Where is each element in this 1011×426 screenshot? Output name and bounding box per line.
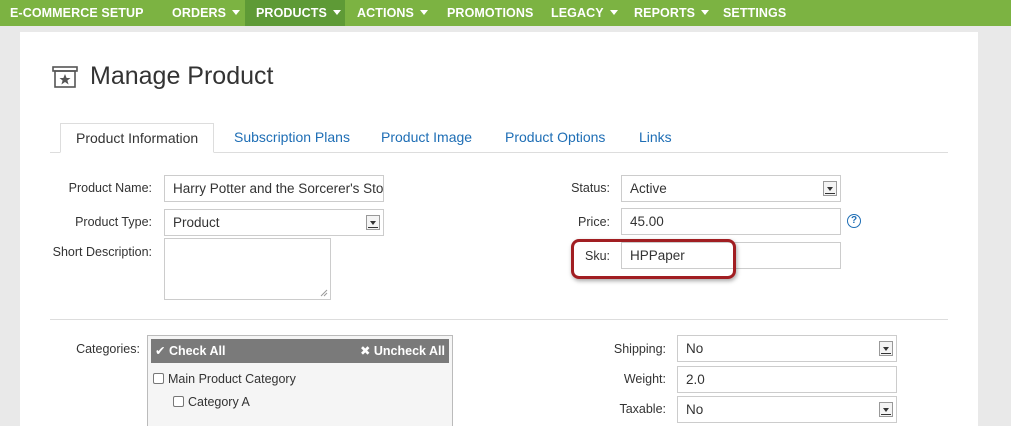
short-description-textarea[interactable] [164,238,331,300]
page-title: Manage Product [90,62,274,90]
nav-promotions[interactable]: PROMOTIONS [436,0,544,26]
nav-label: PROMOTIONS [447,6,534,20]
taxable-value: No [686,402,704,417]
section-divider [50,319,948,320]
short-description-label: Short Description: [52,245,152,259]
checkbox[interactable] [173,396,184,407]
nav-products[interactable]: PRODUCTS [245,0,345,26]
category-label: Category A [188,395,250,409]
caret-down-icon [232,10,241,16]
nav-legacy[interactable]: LEGACY [540,0,629,26]
status-select[interactable]: Active [621,175,841,202]
caret-down-icon [701,10,710,16]
nav-label: PRODUCTS [256,6,327,20]
caret-down-icon [609,10,618,16]
nav-label: REPORTS [634,6,696,20]
product-name-label: Product Name: [68,181,152,195]
dropdown-arrow-icon [879,402,893,417]
resize-grip-icon[interactable] [320,289,328,297]
nav-actions[interactable]: ACTIONS [346,0,439,26]
caret-down-icon [332,10,341,16]
help-icon[interactable]: ? [847,214,861,228]
tab-product-information[interactable]: Product Information [60,123,215,153]
tab-links[interactable]: Links [639,123,672,153]
content-panel: Manage Product Product Information Subsc… [20,32,978,426]
dropdown-arrow-icon [366,215,380,230]
taxable-select[interactable]: No [677,396,897,423]
shipping-value: No [686,341,704,356]
nav-label: LEGACY [551,6,604,20]
nav-orders[interactable]: ORDERS [161,0,251,26]
status-value: Active [630,181,667,196]
caret-down-icon [419,10,428,16]
weight-input[interactable]: 2.0 [677,366,897,393]
taxable-label: Taxable: [619,402,666,416]
shipping-select[interactable]: No [677,335,897,362]
check-all-button[interactable]: ✔ Check All [155,339,225,363]
product-name-input[interactable]: Harry Potter and the Sorcerer's Sto [164,175,384,202]
dropdown-arrow-icon [879,341,893,356]
checkbox[interactable] [153,373,164,384]
list-item[interactable]: Main Product Category [153,372,296,386]
nav-label: ACTIONS [357,6,414,20]
nav-label: E-COMMERCE SETUP [10,6,144,20]
top-nav: E-COMMERCE SETUP ORDERS PRODUCTS ACTIONS… [0,0,1011,26]
product-type-select[interactable]: Product [164,209,384,236]
shipping-label: Shipping: [613,342,666,356]
list-item[interactable]: Category A [173,395,250,409]
sku-highlight-box [571,239,736,279]
tab-product-options[interactable]: Product Options [505,123,605,153]
status-label: Status: [571,181,610,195]
category-label: Main Product Category [168,372,296,386]
categories-toolbar: ✔ Check All ✖ Uncheck All [151,339,449,363]
product-type-label: Product Type: [75,215,152,229]
nav-label: ORDERS [172,6,227,20]
tab-subscription-plans[interactable]: Subscription Plans [234,123,350,153]
nav-ecommerce-setup[interactable]: E-COMMERCE SETUP [0,0,154,26]
product-type-value: Product [173,215,220,230]
categories-box: ✔ Check All ✖ Uncheck All Main Product C… [147,335,453,426]
price-label: Price: [578,215,610,229]
tab-product-image[interactable]: Product Image [381,123,472,153]
uncheck-all-button[interactable]: ✖ Uncheck All [360,339,445,363]
nav-label: SETTINGS [723,6,787,20]
price-input[interactable]: 45.00 [621,208,841,235]
archive-star-icon [52,66,78,88]
dropdown-arrow-icon [823,181,837,196]
nav-reports[interactable]: REPORTS [623,0,720,26]
weight-label: Weight: [623,372,666,386]
nav-settings[interactable]: SETTINGS [712,0,797,26]
categories-label: Categories: [76,342,140,356]
